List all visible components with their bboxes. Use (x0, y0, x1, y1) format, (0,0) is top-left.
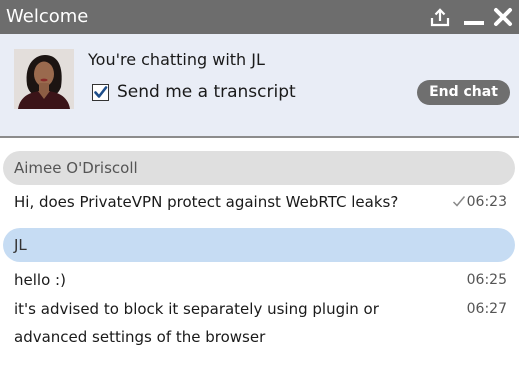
chat-header: You're chatting with JL Send me a transc… (0, 34, 519, 138)
message-text: it's advised to block it separately usin… (14, 300, 379, 346)
popout-icon[interactable] (429, 6, 451, 28)
chat-window: Welcome You're chatting with JL Send me … (0, 0, 519, 367)
transcript-checkbox[interactable] (92, 83, 109, 101)
title-bar: Welcome (0, 0, 519, 34)
check-icon (452, 196, 465, 207)
end-chat-button[interactable]: End chat (417, 80, 510, 105)
message-timestamp: 06:27 (466, 301, 507, 317)
minimize-icon[interactable] (463, 6, 485, 28)
close-icon[interactable] (492, 6, 514, 28)
message-timestamp: 06:25 (466, 272, 507, 288)
message-timestamp: 06:23 (452, 188, 507, 216)
agent-name-banner: JL (3, 228, 515, 262)
chatting-with-label: You're chatting with JL (88, 50, 265, 69)
chat-transcript: Aimee O'Driscoll Hi, does PrivateVPN pro… (0, 138, 519, 367)
transcript-label: Send me a transcript (117, 82, 296, 102)
message-time: 06:23 (466, 194, 507, 210)
window-title: Welcome (6, 6, 89, 27)
transcript-option[interactable]: Send me a transcript (92, 80, 296, 104)
message-text: Hi, does PrivateVPN protect against WebR… (14, 193, 399, 211)
agent-avatar (14, 49, 74, 109)
visitor-name-banner: Aimee O'Driscoll (3, 151, 515, 185)
message-text: hello :) (14, 271, 66, 289)
